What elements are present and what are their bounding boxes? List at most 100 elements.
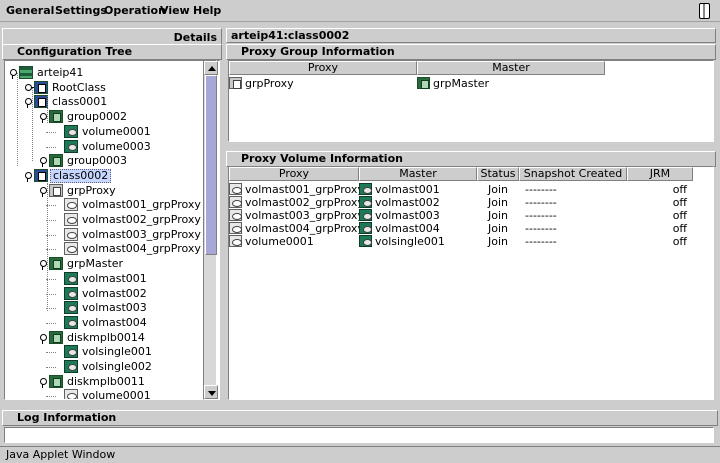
host-icon [19,66,33,79]
proxy-group-icon [229,77,242,89]
tree-node[interactable]: RootClass [5,80,205,95]
tree-node-label: volmast002 [82,286,147,300]
volume-icon [64,271,78,285]
proxy-group-table[interactable]: Proxy Master grpProxy grpMaster [228,60,714,142]
tree-toggle-icon[interactable] [39,157,47,168]
tree-node[interactable]: class0002 [5,168,205,183]
tree-node[interactable]: group0002 [5,110,205,124]
log-area[interactable] [4,427,714,443]
table-row[interactable]: volmast001_grpProxy volmast001 Join -------… [229,183,713,196]
group-icon [49,257,63,271]
menu-help[interactable]: Help [193,4,221,17]
tree-node-label: volsingle002 [82,360,152,373]
tree-node-label: class0001 [52,95,108,109]
scroll-thumb[interactable] [205,75,217,255]
tree-node[interactable]: grpProxy [5,183,205,198]
right-header: arteip41:class0002 [226,28,716,43]
tree-toggle-icon[interactable] [9,69,17,79]
column-header[interactable]: Proxy [229,61,417,75]
cell-text: grpMaster [433,77,490,90]
group-icon [417,77,430,89]
table-row[interactable]: volmast003_grpProxy volmast003 Join -------… [229,209,713,222]
group-icon [49,330,63,344]
menu-general[interactable]: General [6,4,54,17]
tree-toggle-icon[interactable] [39,377,47,388]
table-row[interactable]: grpProxy grpMaster [229,77,713,90]
scroll-down-arrow-icon[interactable] [204,385,218,399]
table-cell: volmast004 [359,222,477,235]
tree-node[interactable]: volume0003 [5,139,205,154]
table-cell: -------- [525,222,557,235]
details-label: Details [173,31,217,44]
details-bar[interactable]: Details [2,28,222,45]
tree-toggle-icon[interactable] [39,260,47,271]
tree-node[interactable]: volmast003_grpProxy [5,227,205,242]
tree-node[interactable]: diskmplb0011 [5,374,205,389]
tree-node[interactable]: volmast003 [5,301,205,315]
tree-node-label: group0002 [67,110,127,124]
tree-node-label: arteip41 [37,66,84,79]
cell-text: volmast003 [375,209,440,222]
table-cell: -------- [525,209,557,222]
proxy-volume-icon [229,196,242,208]
cell-text: volmast004_grpProxy [245,222,364,235]
tree-toggle-icon[interactable] [24,171,32,182]
table-cell: Join [487,209,508,222]
tree-node[interactable]: volsingle002 [5,360,205,374]
tree-connector [46,352,56,354]
table-row[interactable]: volume0001 volsingle001 Join -------- off [229,235,713,248]
tree-connector [46,131,56,133]
table-cell: volsingle001 [359,235,477,248]
configuration-tree[interactable]: arteip41 RootClass class0001 group0002 volum… [4,60,220,400]
tree-node[interactable]: volmast004 [5,315,205,330]
tree-node[interactable]: volmast001_grpProxy [5,198,205,212]
tree-node-label: volume0001 [82,124,151,138]
column-header[interactable]: Status [477,167,519,181]
proxy-volume-icon [229,235,242,247]
proxy-volume-table[interactable]: Proxy Master Status Snapshot Created JRM volm… [228,166,714,400]
table-cell: Join [487,222,508,235]
menu-settings[interactable]: Settings [55,4,107,17]
menu-operation[interactable]: Operation [104,4,166,17]
menu-view[interactable]: View [160,4,190,17]
tree-toggle-icon[interactable] [24,98,32,109]
tree-node[interactable]: volume0001 [5,124,205,139]
tree-toggle-icon[interactable] [39,333,47,344]
proxy-volume-icon [64,389,78,399]
tree-vertical-scrollbar[interactable] [203,60,218,400]
tree-toggle-icon[interactable] [39,186,47,197]
tree-node[interactable]: arteip41 [5,66,205,80]
proxy-group-title: Proxy Group Information [226,44,716,60]
table-cell: volmast002 [359,196,477,209]
column-header[interactable]: Snapshot Created [519,167,627,181]
tree-connector [17,73,18,166]
scroll-up-arrow-icon[interactable] [204,61,218,75]
table-row[interactable]: volmast002_grpProxy volmast002 Join -------… [229,196,713,209]
table-cell: -------- [525,235,557,248]
tree-node[interactable]: volmast002_grpProxy [5,213,205,227]
tree-node-label: volsingle001 [82,345,152,359]
tree-node[interactable]: group0003 [5,154,205,168]
column-header[interactable]: JRM [627,167,693,181]
tree-node[interactable]: volmast002 [5,286,205,301]
tree-toggle-icon[interactable] [24,83,35,92]
class-icon [34,95,48,109]
tree-node[interactable]: class0001 [5,95,205,109]
cell-text: volmast004 [375,222,440,235]
tree-node[interactable]: grpMaster [5,257,205,271]
table-row[interactable]: volmast004_grpProxy volmast004 Join -------… [229,222,713,235]
tree-node[interactable]: diskmplb0014 [5,330,205,345]
tree-node[interactable]: volsingle001 [5,345,205,359]
tree-node-label: volmast002_grpProxy [82,213,201,226]
tree-node[interactable]: volmast004_grpProxy [5,242,205,256]
tree-toggle-icon[interactable] [39,113,47,124]
column-header[interactable]: Proxy [229,167,359,181]
volume-icon [359,183,372,195]
cell-text: volume0001 [245,235,314,248]
tree-node-label: RootClass [52,80,106,94]
tree-node[interactable]: volume0001 [5,389,205,399]
tree-node[interactable]: volmast001 [5,271,205,286]
column-header[interactable]: Master [359,167,477,181]
column-header[interactable]: Master [417,61,605,75]
tree-connector [46,322,56,324]
